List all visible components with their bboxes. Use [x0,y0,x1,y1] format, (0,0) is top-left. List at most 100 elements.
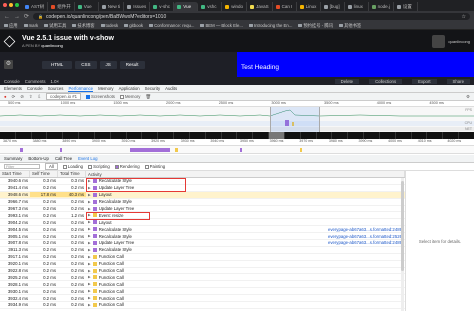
expand-arrow-icon[interactable]: ▶ [88,255,91,259]
devtools-tab[interactable]: Performance [68,86,94,92]
table-row[interactable]: 3941.4 ms 0.2 ms 0.2 ms ▶ Update Layer Tree [0,185,405,192]
browser-tab[interactable]: AST树 [22,2,49,11]
minimize-window-icon[interactable] [9,3,13,7]
browser-tab[interactable]: Vue [75,2,99,11]
codepen-logo-icon[interactable] [3,35,16,47]
comments-button[interactable]: Comments [25,79,46,84]
bottom-tab[interactable]: Call Tree [55,156,72,161]
expand-arrow-icon[interactable]: ▶ [88,200,91,204]
bookmark-item[interactable]: gitbook [124,23,143,28]
collections-button[interactable]: Collections [369,78,403,84]
console-button[interactable]: Console [4,79,20,84]
table-row[interactable]: 3904.5 ms 0.2 ms 0.2 ms ▶ Recalculate Style e… [0,226,405,234]
table-row[interactable]: 3920.1 ms 0.2 ms 0.2 ms ▶ Function Call [0,261,405,268]
tab-css[interactable]: CSS [75,60,97,69]
expand-arrow-icon[interactable]: ▶ [88,220,91,224]
gc-icon[interactable]: 🗑 [145,94,150,100]
devtools-tab[interactable]: Security [145,86,161,91]
filter-all-select[interactable]: All [45,163,58,170]
browser-tab[interactable]: 设置 [394,2,418,11]
bookmark-star-icon[interactable]: ☆ [462,14,466,20]
table-row[interactable]: 3934.9 ms 0.2 ms 0.2 ms ▶ Function Call [0,302,405,309]
bottom-tab[interactable]: Summary [4,156,22,161]
expand-arrow-icon[interactable]: ▶ [88,241,91,245]
browser-tab[interactable]: 组件开 [48,2,75,11]
gear-icon[interactable]: ⚙ [4,60,13,69]
bookmark-item[interactable]: 其他书签 [339,23,361,29]
expand-arrow-icon[interactable]: ▶ [88,193,91,197]
table-row[interactable]: 3967.3 ms 0.2 ms 0.2 ms ▶ Update Layer Tree [0,206,405,213]
reload-icon[interactable]: ⟳ [24,13,29,20]
table-scrollbar[interactable] [401,178,404,311]
devtools-tab[interactable]: Console [27,86,43,91]
table-row[interactable]: 3928.1 ms 0.2 ms 0.2 ms ▶ Function Call [0,281,405,289]
zoom-level[interactable]: 1.0× [51,79,59,84]
browser-tab[interactable]: JavaS [247,2,273,11]
browser-tab[interactable]: windo [222,2,248,11]
flame-chart-strip[interactable] [0,146,474,154]
bookmark-item[interactable]: BEM — Block Ele... [200,23,243,28]
close-window-icon[interactable] [3,3,7,7]
col-total-time[interactable]: Total Time [58,171,86,177]
browser-tab[interactable]: Issues [124,2,151,11]
screenshots-toggle[interactable]: Screenshots [86,94,115,99]
category-checkbox[interactable]: Loading [62,164,83,169]
source-link[interactable]: everypage-ab67a63...s.formatted:2489 [310,227,405,232]
url-input[interactable]: 🔒 codepen.io/quanlincong/pen/BaBWwxM?edi… [33,13,470,20]
tab-html[interactable]: HTML [42,60,73,69]
table-row[interactable]: 3930.1 ms 0.2 ms 0.2 ms ▶ Function Call [0,288,405,296]
bookmark-item[interactable]: 试用工具 [44,23,66,29]
col-self-time[interactable]: Self Time [30,171,58,177]
avatar[interactable] [432,35,446,48]
back-arrow-icon[interactable]: ← [4,14,10,20]
category-checkbox[interactable]: Scripting [88,164,110,169]
settings-gear-icon[interactable]: ⚙ [466,94,470,100]
upload-icon[interactable]: ⇧ [29,94,33,100]
browser-tab[interactable]: Vue [174,2,199,11]
browser-tab[interactable]: vshc [198,2,223,11]
export-button[interactable]: Export [412,78,437,84]
bottom-tab[interactable]: Bottom-Up [28,156,49,161]
table-row[interactable]: 3911.3 ms 0.2 ms 0.2 ms ▶ Recalculate Style [0,247,405,254]
bookmark-item[interactable]: Conformance: requ... [149,23,194,28]
expand-arrow-icon[interactable]: ▶ [88,282,91,286]
tab-result[interactable]: Result [119,60,145,69]
devtools-tab[interactable]: Sources [48,86,64,91]
table-row[interactable]: 3993.1 ms 0.2 ms 1.2 ms ▶ Event: resize [0,212,405,220]
filter-input[interactable]: Filter [4,164,40,169]
col-activity[interactable]: Activity [86,171,405,177]
browser-tab[interactable]: linux [345,2,369,11]
forward-arrow-icon[interactable]: → [14,14,20,20]
devtools-tab[interactable]: Elements [4,86,22,91]
table-row[interactable]: 3948.6 ms 17.8 ms 40.3 ms ▶ Layout [0,191,405,199]
bookmark-item[interactable]: 技术博客 [72,23,95,29]
expand-arrow-icon[interactable]: ▶ [88,227,91,231]
category-checkbox[interactable]: Painting [144,164,165,169]
bookmark-item[interactable]: mark [23,23,38,28]
source-link[interactable]: everypage-ab67a63...s.formatted:2489 [310,240,405,245]
pen-author-link[interactable]: quanlincong [41,43,63,48]
download-icon[interactable]: ⇩ [37,94,41,100]
bookmark-item[interactable]: 应用 [4,23,18,29]
bookmark-item[interactable]: Introducing the En... [248,23,292,28]
expand-arrow-icon[interactable]: ▶ [88,296,91,300]
expand-arrow-icon[interactable]: ▶ [88,207,91,211]
expand-arrow-icon[interactable]: ▶ [88,262,91,266]
expand-arrow-icon[interactable]: ▶ [88,248,91,252]
bottom-tab[interactable]: Event Log [78,156,97,161]
clear-icon[interactable]: ⊘ [20,94,24,100]
maximize-window-icon[interactable] [15,3,19,7]
table-row[interactable]: 3940.6 ms 0.3 ms 0.3 ms ▶ Recalculate Style [0,178,405,185]
col-start-time[interactable]: Start Time [0,171,30,177]
browser-tab[interactable]: New ti [99,2,125,11]
devtools-tab[interactable]: Memory [98,86,114,91]
browser-tab[interactable]: [bug] [321,2,345,11]
memory-toggle[interactable]: Memory [119,94,140,99]
category-checkbox[interactable]: Rendering [114,164,140,169]
delete-button[interactable]: Delete [334,78,360,84]
expand-arrow-icon[interactable]: ▶ [88,275,91,279]
devtools-tab[interactable]: Audits [165,86,177,91]
table-row[interactable]: 3922.8 ms 0.2 ms 0.2 ms ▶ Function Call [0,268,405,275]
table-row[interactable]: 3904.2 ms 0.2 ms 0.2 ms ▶ Layout [0,219,405,227]
overview-graph[interactable]: FPS CPU NET [0,107,474,132]
